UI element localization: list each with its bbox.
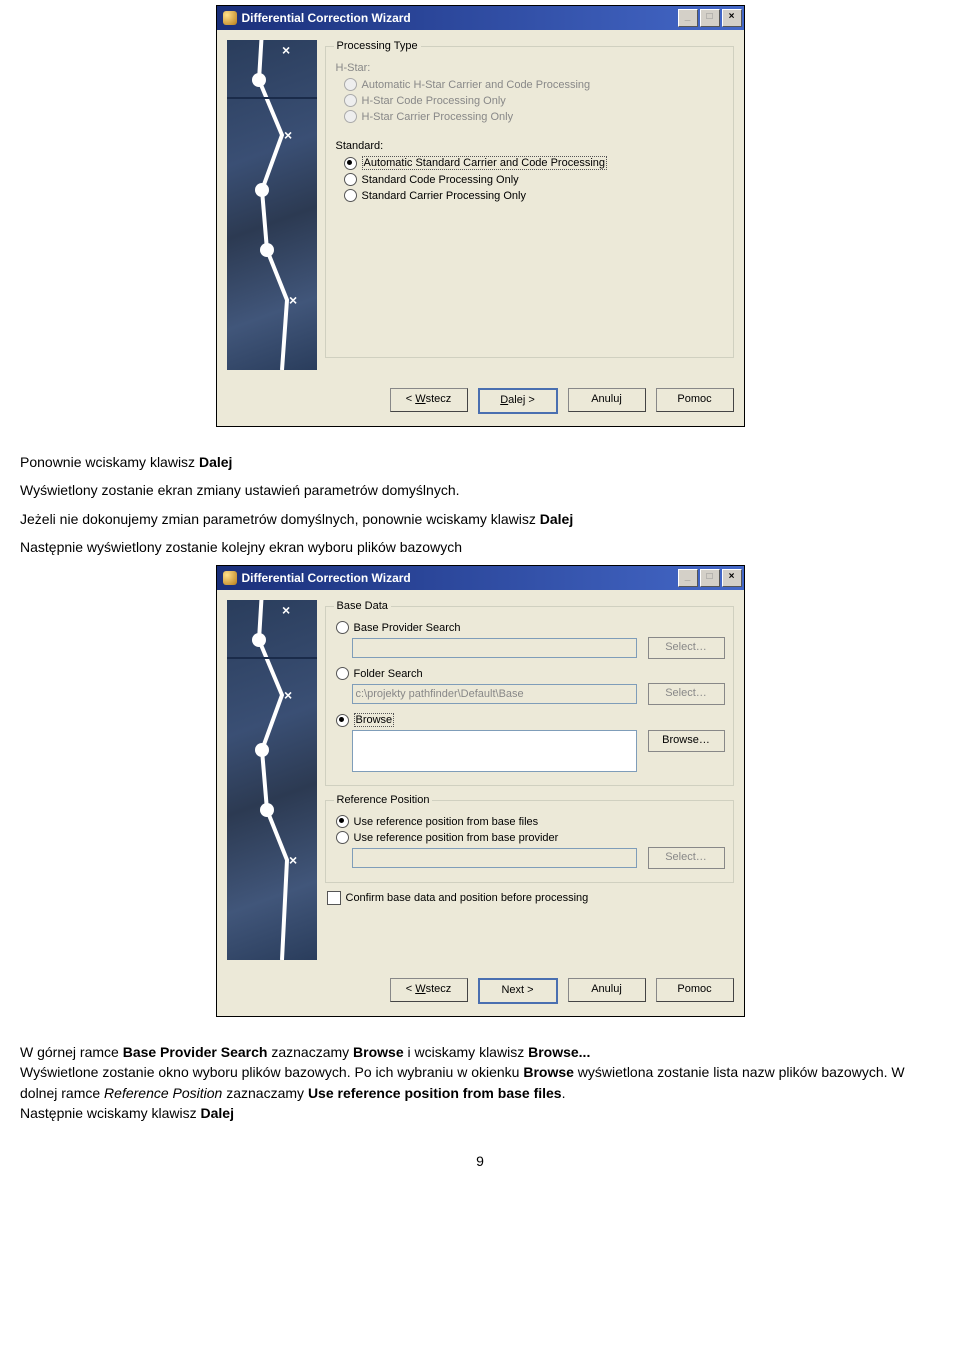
basedata-legend: Base Data bbox=[334, 600, 391, 612]
base-data-group: Base Data Base Provider Search Select… F… bbox=[325, 600, 734, 786]
svg-text:×: × bbox=[282, 602, 290, 618]
radio-folder-search[interactable] bbox=[336, 667, 349, 680]
svg-text:×: × bbox=[284, 687, 292, 703]
next-button[interactable]: Dalej > bbox=[478, 388, 558, 414]
radio-ref-provider[interactable] bbox=[336, 831, 349, 844]
radio-provider-search[interactable] bbox=[336, 621, 349, 634]
svg-text:×: × bbox=[289, 292, 297, 308]
minimize-icon[interactable]: _ bbox=[678, 9, 698, 27]
wizard-side-image-2: × × × bbox=[227, 600, 317, 960]
opt-std-2: Standard Carrier Processing Only bbox=[362, 190, 526, 202]
radio-browse[interactable] bbox=[336, 714, 349, 727]
body-text-2: Wyświetlony zostanie ekran zmiany ustawi… bbox=[20, 480, 940, 500]
refpos-legend: Reference Position bbox=[334, 794, 433, 806]
help-button[interactable]: Pomoc bbox=[656, 388, 734, 412]
provider-input bbox=[352, 638, 637, 658]
confirm-checkbox[interactable] bbox=[327, 891, 341, 905]
body-text-1: Ponownie wciskamy klawisz Dalej bbox=[20, 452, 940, 472]
close-icon[interactable]: × bbox=[722, 9, 742, 27]
opt-hstar-2: H-Star Carrier Processing Only bbox=[362, 111, 514, 123]
folder-input: c:\projekty pathfinder\Default\Base bbox=[352, 684, 637, 704]
radio-hstar-carrier bbox=[344, 110, 357, 123]
close-icon[interactable]: × bbox=[722, 569, 742, 587]
maximize-icon[interactable]: □ bbox=[700, 569, 720, 587]
label-ref2: Use reference position from base provide… bbox=[354, 832, 559, 844]
button-bar: < Wstecz Dalej > Anuluj Pomoc bbox=[217, 380, 744, 426]
page-number: 9 bbox=[20, 1153, 940, 1169]
svg-text:×: × bbox=[282, 42, 290, 58]
maximize-icon[interactable]: □ bbox=[700, 9, 720, 27]
radio-std-carrier[interactable] bbox=[344, 189, 357, 202]
browse-listbox[interactable] bbox=[352, 730, 637, 772]
radio-std-code[interactable] bbox=[344, 173, 357, 186]
standard-label: Standard: bbox=[336, 140, 725, 152]
label-ref1: Use reference position from base files bbox=[354, 816, 539, 828]
reference-position-group: Reference Position Use reference positio… bbox=[325, 794, 734, 883]
app-icon bbox=[223, 571, 237, 585]
minimize-icon[interactable]: _ bbox=[678, 569, 698, 587]
title-bar[interactable]: Differential Correction Wizard _ □ × bbox=[217, 6, 744, 30]
body-text-5: W górnej ramce Base Provider Search zazn… bbox=[20, 1042, 940, 1123]
label-folder: Folder Search bbox=[354, 668, 423, 680]
opt-std-0: Automatic Standard Carrier and Code Proc… bbox=[362, 156, 608, 170]
radio-hstar-code bbox=[344, 94, 357, 107]
wizard-side-image: × × × bbox=[227, 40, 317, 370]
radio-ref-basefiles[interactable] bbox=[336, 815, 349, 828]
select-button-3: Select… bbox=[648, 847, 725, 869]
ref-provider-input bbox=[352, 848, 637, 868]
svg-text:×: × bbox=[289, 852, 297, 868]
cancel-button-2[interactable]: Anuluj bbox=[568, 978, 646, 1002]
confirm-label: Confirm base data and position before pr… bbox=[346, 892, 589, 904]
body-text-3: Jeżeli nie dokonujemy zmian parametrów d… bbox=[20, 509, 940, 529]
next-button-2[interactable]: Next > bbox=[478, 978, 558, 1004]
select-button-1: Select… bbox=[648, 637, 725, 659]
label-browse: Browse bbox=[354, 713, 395, 727]
svg-text:×: × bbox=[284, 127, 292, 143]
wizard-dialog-1: Differential Correction Wizard _ □ × × ×… bbox=[216, 5, 745, 427]
cancel-button[interactable]: Anuluj bbox=[568, 388, 646, 412]
radio-std-auto[interactable] bbox=[344, 157, 357, 170]
group-legend: Processing Type bbox=[334, 40, 421, 52]
opt-hstar-1: H-Star Code Processing Only bbox=[362, 95, 506, 107]
processing-type-group: Processing Type H-Star: Automatic H-Star… bbox=[325, 40, 734, 358]
back-button-2[interactable]: < Wstecz bbox=[390, 978, 468, 1002]
button-bar-2: < Wstecz Next > Anuluj Pomoc bbox=[217, 970, 744, 1016]
opt-std-1: Standard Code Processing Only bbox=[362, 174, 519, 186]
radio-hstar-auto bbox=[344, 78, 357, 91]
window-title-2: Differential Correction Wizard bbox=[242, 571, 411, 585]
wizard-dialog-2: Differential Correction Wizard _ □ × × ×… bbox=[216, 565, 745, 1017]
title-bar-2[interactable]: Differential Correction Wizard _ □ × bbox=[217, 566, 744, 590]
app-icon bbox=[223, 11, 237, 25]
opt-hstar-0: Automatic H-Star Carrier and Code Proces… bbox=[362, 79, 591, 91]
browse-button[interactable]: Browse… bbox=[648, 730, 725, 752]
help-button-2[interactable]: Pomoc bbox=[656, 978, 734, 1002]
window-title: Differential Correction Wizard bbox=[242, 11, 411, 25]
body-text-4: Następnie wyświetlony zostanie kolejny e… bbox=[20, 537, 940, 557]
select-button-2: Select… bbox=[648, 683, 725, 705]
label-provider: Base Provider Search bbox=[354, 622, 461, 634]
back-button[interactable]: < Wstecz bbox=[390, 388, 468, 412]
hstar-label: H-Star: bbox=[336, 62, 725, 74]
